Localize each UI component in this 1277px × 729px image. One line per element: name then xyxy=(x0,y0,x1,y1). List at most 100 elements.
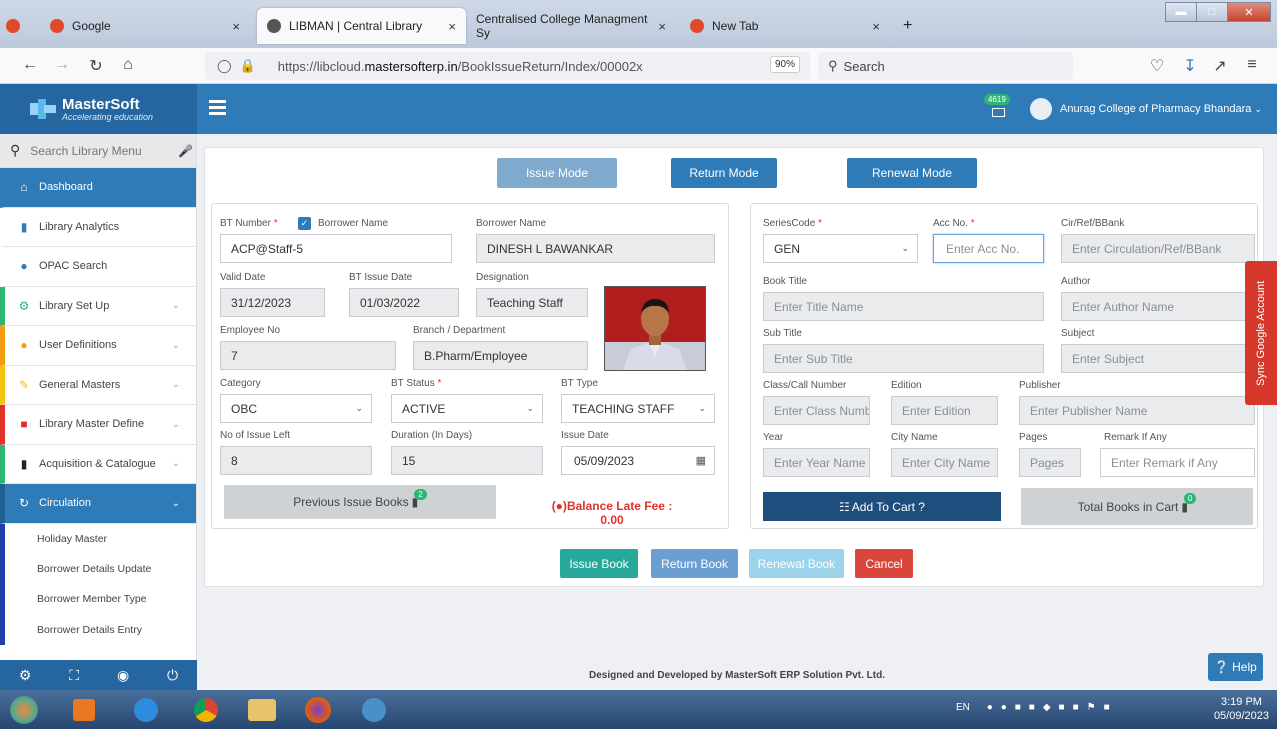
tab-new[interactable]: New Tab × xyxy=(680,8,890,44)
year-input[interactable]: Enter Year Name xyxy=(763,448,870,477)
browser-menu-icon[interactable] xyxy=(6,8,26,44)
previous-issue-books-button[interactable]: Previous Issue Books ▮ 2 xyxy=(224,485,496,519)
sidebar-item-opac-search[interactable]: ● OPAC Search xyxy=(0,247,196,287)
share-icon[interactable]: ↗ xyxy=(1210,56,1230,76)
menu-icon[interactable]: ≡ xyxy=(1242,56,1262,74)
sidebar-item-dashboard[interactable]: ⌂ Dashboard xyxy=(0,168,196,208)
chrome-app-icon[interactable] xyxy=(356,694,392,725)
bt-type-select[interactable]: TEACHING STAFF ⌄ xyxy=(561,394,715,423)
bt-number-input[interactable]: ACP@Staff-5 xyxy=(220,234,452,263)
cancel-button[interactable]: Cancel xyxy=(855,549,913,578)
sidebar-item-general-masters[interactable]: ✎ General Masters ⌄ xyxy=(0,365,196,405)
download-icon[interactable]: ↧ xyxy=(1180,56,1200,76)
class-number-input[interactable]: Enter Class Numb xyxy=(763,396,870,425)
home-icon[interactable]: ⌂ xyxy=(118,56,138,74)
subject-input[interactable]: Enter Subject xyxy=(1061,344,1255,373)
remark-input[interactable]: Enter Remark if Any xyxy=(1100,448,1255,477)
sync-label: Sync Google Account xyxy=(1255,280,1267,386)
total-books-in-cart-button[interactable]: Total Books in Cart ▮ 0 xyxy=(1021,488,1253,525)
sidebar-item-library-analytics[interactable]: ▮ Library Analytics xyxy=(0,208,196,247)
sidebar-item-library-setup[interactable]: ⚙ Library Set Up ⌄ xyxy=(0,286,196,326)
pages-input[interactable]: Pages xyxy=(1019,448,1081,477)
book-title-input[interactable]: Enter Title Name xyxy=(763,292,1044,321)
renewal-book-button[interactable]: Renewal Book xyxy=(749,549,844,578)
zoom-level[interactable]: 90% xyxy=(770,56,801,73)
hamburger-icon[interactable] xyxy=(209,100,226,116)
tab-college[interactable]: Centralised College Managment Sy × xyxy=(466,8,676,44)
sidebar-footer: ⚙ ⛶ ◉ ⏻ xyxy=(0,660,197,690)
add-to-cart-button[interactable]: ☷ Add To Cart ? xyxy=(763,492,1001,521)
start-button[interactable] xyxy=(6,694,42,725)
sidebar-item-library-master-define[interactable]: ■ Library Master Define ⌄ xyxy=(0,405,196,445)
sub-title-input[interactable]: Enter Sub Title xyxy=(763,344,1044,373)
submenu-holiday-master[interactable]: Holiday Master xyxy=(0,523,196,554)
sidebar-item-circulation[interactable]: ↻ Circulation ⌄ xyxy=(0,484,196,524)
acc-no-input[interactable]: Enter Acc No. xyxy=(933,234,1044,263)
return-mode-button[interactable]: Return Mode xyxy=(671,158,777,188)
bt-status-select[interactable]: ACTIVE ⌄ xyxy=(391,394,543,423)
sidebar-item-user-definitions[interactable]: ● User Definitions ⌄ xyxy=(0,326,196,366)
window-close-icon[interactable]: ✕ xyxy=(1227,2,1271,22)
chevron-down-icon: ⌄ xyxy=(1254,103,1262,114)
sidebar-search-input[interactable]: ⚲ Search Library Menu 🎤 xyxy=(0,134,196,168)
minimize-icon[interactable]: ▬ xyxy=(1165,2,1197,22)
firefox-icon[interactable] xyxy=(300,694,336,725)
power-icon[interactable]: ⏻ xyxy=(167,667,178,684)
branch-field: B.Pharm/Employee xyxy=(413,341,588,370)
sync-google-account-button[interactable]: Sync Google Account xyxy=(1245,261,1277,405)
series-code-select[interactable]: GEN ⌄ xyxy=(763,234,918,263)
chevron-down-icon: ⌄ xyxy=(698,403,706,413)
balance-value: 0.00 xyxy=(600,513,624,527)
edit-icon: ✎ xyxy=(18,377,30,392)
tab-google[interactable]: Google × xyxy=(40,8,250,44)
new-tab-button[interactable]: + xyxy=(893,8,922,44)
author-input[interactable]: Enter Author Name xyxy=(1061,292,1255,321)
tray-icons[interactable]: ●●■■◆■■⚑■ xyxy=(987,702,1118,713)
maximize-icon[interactable]: □ xyxy=(1196,2,1228,22)
url-host: mastersofterp.in xyxy=(364,58,458,74)
settings-icon[interactable]: ⚙ xyxy=(19,667,32,684)
issue-mode-button[interactable]: Issue Mode xyxy=(497,158,617,188)
city-name-input[interactable]: Enter City Name xyxy=(891,448,998,477)
category-select[interactable]: OBC ⌄ xyxy=(220,394,372,423)
help-button[interactable]: ❔ Help xyxy=(1208,653,1263,681)
submenu-borrower-details-update[interactable]: Borrower Details Update xyxy=(0,553,196,585)
close-icon[interactable]: × xyxy=(448,19,456,34)
microphone-icon[interactable]: 🎤 xyxy=(178,144,193,158)
close-icon[interactable]: × xyxy=(872,19,880,34)
back-icon[interactable]: ← xyxy=(20,56,40,74)
issue-return-card: Issue Mode Return Mode Renewal Mode BT N… xyxy=(204,147,1264,587)
sidebar-item-acquisition[interactable]: ▮ Acquisition & Catalogue ⌄ xyxy=(0,444,196,484)
eye-slash-icon[interactable]: ◉ xyxy=(117,667,129,684)
cir-ref-input[interactable]: Enter Circulation/Ref/BBank xyxy=(1061,234,1255,263)
forward-icon[interactable]: → xyxy=(52,56,72,74)
user-menu[interactable]: Anurag College of Pharmacy Bhandara ⌄ xyxy=(1030,98,1262,120)
close-icon[interactable]: × xyxy=(232,19,240,34)
renewal-mode-button[interactable]: Renewal Mode xyxy=(847,158,977,188)
reload-icon[interactable]: ↻ xyxy=(86,56,106,76)
media-player-icon[interactable] xyxy=(66,694,102,725)
chrome-icon[interactable] xyxy=(188,694,224,725)
pocket-icon[interactable]: ♡ xyxy=(1147,56,1167,76)
issue-book-button[interactable]: Issue Book xyxy=(560,549,638,578)
notification-button[interactable]: 4619 xyxy=(984,94,1014,122)
publisher-input[interactable]: Enter Publisher Name xyxy=(1019,396,1255,425)
submenu-borrower-details-entry[interactable]: Borrower Details Entry xyxy=(0,614,196,646)
submenu-borrower-member-type[interactable]: Borrower Member Type xyxy=(0,584,196,615)
return-book-button[interactable]: Return Book xyxy=(651,549,738,578)
edition-input[interactable]: Enter Edition xyxy=(891,396,998,425)
address-bar[interactable]: ◯ 🔒 https://libcloud. mastersofterp.in/Bo… xyxy=(205,52,810,80)
fullscreen-icon[interactable]: ⛶ xyxy=(69,667,79,684)
issue-date-input[interactable]: 05/09/2023 ▦ xyxy=(561,446,715,475)
tab-libman[interactable]: LIBMAN | Central Library × xyxy=(257,8,466,44)
browser-search-input[interactable]: ⚲ Search xyxy=(818,52,1073,80)
internet-explorer-icon[interactable] xyxy=(128,694,164,725)
borrower-name-checkbox[interactable]: ✓ xyxy=(298,217,311,230)
close-icon[interactable]: × xyxy=(658,19,666,34)
home-icon: ⌂ xyxy=(20,180,28,195)
taskbar-clock[interactable]: 3:19 PM 05/09/2023 xyxy=(1214,695,1269,723)
file-explorer-icon[interactable] xyxy=(244,694,280,725)
language-indicator[interactable]: EN xyxy=(956,702,970,713)
calendar-icon[interactable]: ▦ xyxy=(696,454,706,467)
mastersoft-logo[interactable]: MasterSoft Accelerating education xyxy=(0,84,197,134)
